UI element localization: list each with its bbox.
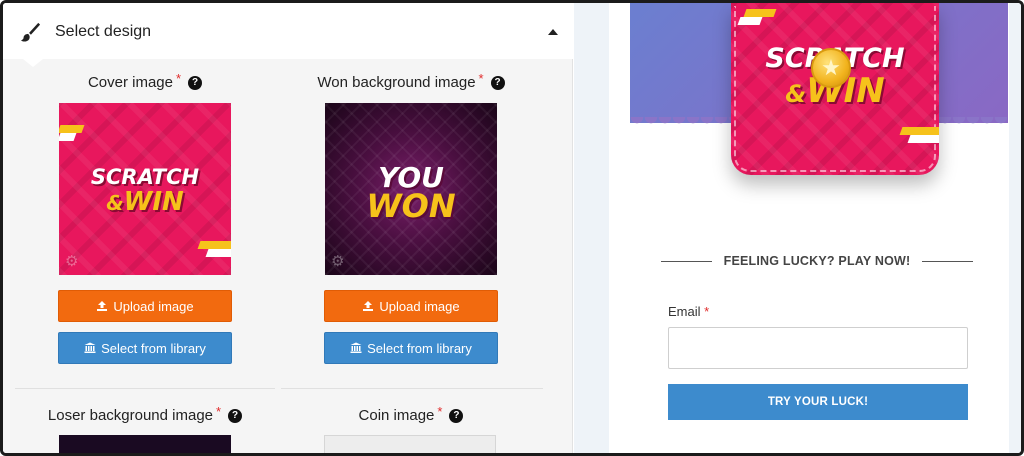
caret-up-icon[interactable] — [548, 29, 558, 35]
preview-heading: FEELING LUCKY? PLAY NOW! — [661, 252, 974, 270]
cover-image-field: Cover image * ? — [25, 71, 265, 92]
decor-stripe — [743, 9, 777, 17]
panel-title: Select design — [55, 23, 152, 40]
section-divider — [15, 388, 275, 389]
loser-image-field: Loser background image * ? — [25, 404, 265, 425]
decor-stripe — [59, 133, 77, 141]
coin-image-label-text: Coin image — [358, 407, 435, 424]
coin-image-field: Coin image * ? — [291, 404, 531, 425]
coin-image-preview[interactable] — [324, 435, 496, 453]
preview-heading-text: FEELING LUCKY? PLAY NOW! — [723, 254, 911, 268]
won-image-preview[interactable]: YOU WON ⚙ — [325, 103, 497, 275]
decor-stripe — [205, 249, 231, 257]
decor-stripe — [59, 125, 85, 133]
decor-stripe — [737, 17, 763, 25]
won-art-line-2: WON — [366, 187, 456, 225]
ticket-art-ampersand: & — [785, 80, 807, 108]
email-label: Email * — [668, 304, 709, 319]
email-input[interactable] — [668, 327, 968, 369]
decor-stripe — [899, 127, 939, 135]
heading-rule-right — [922, 260, 974, 262]
decor-stripe — [907, 135, 939, 143]
loser-image-label-text: Loser background image — [47, 407, 214, 424]
paintbrush-icon — [20, 22, 41, 42]
upload-button-label: Upload image — [113, 298, 194, 314]
won-upload-button[interactable]: Upload image — [324, 290, 498, 322]
coin-star-icon: ★ — [811, 48, 851, 88]
heading-rule-left — [661, 260, 712, 262]
gear-icon[interactable]: ⚙ — [65, 254, 81, 270]
library-icon — [350, 342, 362, 353]
cover-art-ampersand: & — [106, 191, 124, 215]
library-icon — [84, 342, 96, 353]
help-icon[interactable]: ? — [188, 75, 203, 90]
cover-image-label: Cover image * ? — [87, 71, 203, 91]
cover-image-preview[interactable]: SCRATCH &WIN ⚙ — [59, 103, 231, 275]
coin-image-label: Coin image * ? — [358, 404, 464, 424]
scratch-card-ticket[interactable]: SCRATCH &WIN — [731, 3, 939, 175]
cover-art-line-2: &WIN — [59, 187, 231, 217]
loser-image-label: Loser background image * ? — [47, 404, 243, 424]
header-pointer — [23, 59, 43, 67]
required-mark: * — [175, 71, 182, 86]
won-image-field: Won background image * ? — [291, 71, 531, 92]
app-frame: Select design Cover image * ? SCRATCH &W… — [0, 0, 1024, 456]
help-icon[interactable]: ? — [449, 408, 464, 423]
email-label-text: Email — [668, 304, 701, 319]
cover-art-win: WIN — [123, 187, 184, 217]
library-button-label: Select from library — [367, 340, 472, 356]
section-divider — [281, 388, 543, 389]
try-your-luck-button[interactable]: TRY YOUR LUCK! — [668, 384, 968, 420]
won-library-button[interactable]: Select from library — [324, 332, 498, 364]
email-required-mark: * — [704, 304, 710, 319]
loser-image-preview[interactable] — [59, 435, 231, 453]
decor-stripe — [197, 241, 231, 249]
won-image-label-text: Won background image — [317, 74, 476, 91]
required-mark: * — [437, 404, 443, 419]
upload-button-label: Upload image — [379, 298, 460, 314]
won-image-label: Won background image * ? — [317, 71, 505, 91]
cover-upload-button[interactable]: Upload image — [58, 290, 232, 322]
help-icon[interactable]: ? — [228, 408, 243, 423]
upload-icon — [97, 301, 108, 311]
cover-library-button[interactable]: Select from library — [58, 332, 232, 364]
library-button-label: Select from library — [101, 340, 206, 356]
required-mark: * — [216, 404, 222, 419]
cover-art-line-1: SCRATCH — [90, 165, 200, 189]
gear-icon[interactable]: ⚙ — [331, 254, 347, 270]
upload-icon — [363, 301, 374, 311]
design-panel: Select design Cover image * ? SCRATCH &W… — [3, 3, 573, 453]
required-mark: * — [478, 71, 484, 86]
cover-image-label-text: Cover image — [87, 74, 173, 91]
help-icon[interactable]: ? — [490, 75, 505, 90]
panel-header[interactable]: Select design — [3, 3, 573, 59]
